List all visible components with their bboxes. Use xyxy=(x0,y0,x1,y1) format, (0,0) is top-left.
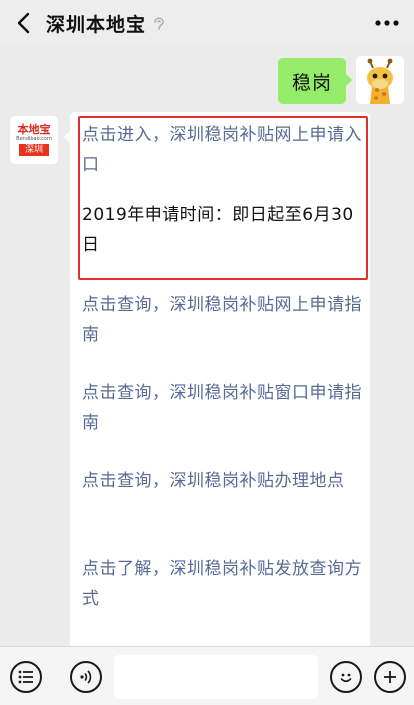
emoji-button[interactable] xyxy=(330,661,362,693)
online-guide-link[interactable]: 点击查询，深圳稳岗补贴网上申请指南 xyxy=(82,290,366,350)
earpiece-icon xyxy=(152,14,166,32)
message-input[interactable] xyxy=(114,655,318,699)
giraffe-avatar[interactable] xyxy=(356,56,404,104)
chat-header: 深圳本地宝 xyxy=(0,0,414,46)
emoji-icon xyxy=(340,673,352,683)
more-button[interactable] xyxy=(372,8,402,38)
apply-period-text: 2019年申请时间：即日起至6月30日 xyxy=(82,205,354,255)
chevron-left-icon xyxy=(17,12,30,34)
apply-entry-link[interactable]: 点击进入，深圳稳岗补贴网上申请入口 xyxy=(82,120,366,180)
voice-button[interactable] xyxy=(70,661,102,693)
bendibao-avatar[interactable]: 本地宝 Bendibao.com 深圳 xyxy=(10,116,58,164)
outgoing-message-row: 稳岗 xyxy=(0,56,414,116)
chat-area[interactable]: 稳岗 本地宝 Bendibao.com 深圳 点击进入，深圳稳岗补贴网上申请入口… xyxy=(0,46,414,646)
input-toolbar xyxy=(0,646,414,705)
incoming-bubble: 点击进入，深圳稳岗补贴网上申请入口 2019年申请时间：即日起至6月30日 点击… xyxy=(64,112,370,646)
outgoing-bubble[interactable]: 稳岗 xyxy=(277,58,353,104)
voice-icon xyxy=(80,670,92,684)
chat-title: 深圳本地宝 xyxy=(46,13,147,36)
back-button[interactable] xyxy=(0,0,46,46)
menu-button[interactable] xyxy=(10,661,42,693)
more-dots-icon xyxy=(375,20,399,26)
bot-logo-main: 本地宝 xyxy=(17,123,51,136)
menu-list-icon xyxy=(18,670,33,684)
window-guide-link[interactable]: 点击查询，深圳稳岗补贴窗口申请指南 xyxy=(82,378,366,438)
bot-logo-sub: Bendibao.com xyxy=(16,136,52,142)
bot-logo-tag: 深圳 xyxy=(18,144,49,156)
plus-button[interactable] xyxy=(374,661,406,693)
plus-icon xyxy=(384,671,396,683)
location-link[interactable]: 点击查询，深圳稳岗补贴办理地点 xyxy=(82,466,366,496)
payment-query-link[interactable]: 点击了解，深圳稳岗补贴发放查询方式 xyxy=(82,554,366,614)
